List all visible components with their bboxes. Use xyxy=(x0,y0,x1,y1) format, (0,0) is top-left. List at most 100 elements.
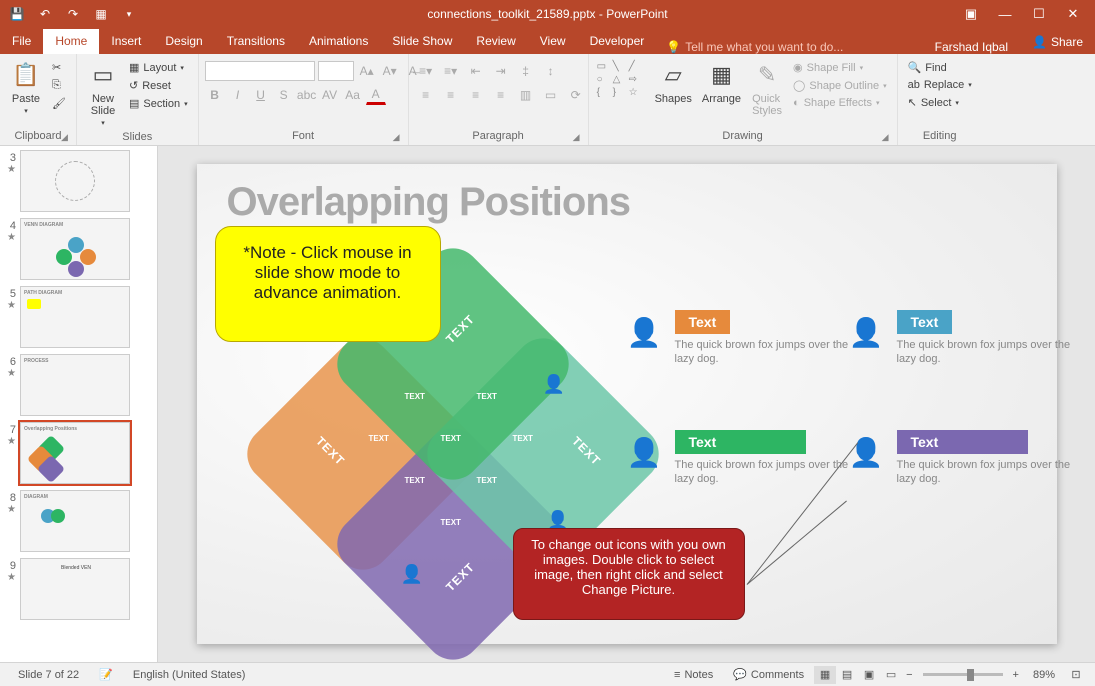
font-name-input[interactable] xyxy=(205,61,315,81)
tab-developer[interactable]: Developer xyxy=(578,29,657,54)
person-icon[interactable]: 👤 xyxy=(401,564,423,585)
shape-brace2-icon[interactable]: } xyxy=(613,87,627,98)
presenter-icon[interactable]: 👤 xyxy=(627,316,662,349)
find-button[interactable]: 🔍Find xyxy=(904,59,976,76)
start-from-beginning-icon[interactable]: ▦ xyxy=(94,7,108,21)
tab-review[interactable]: Review xyxy=(464,29,527,54)
language-button[interactable]: English (United States) xyxy=(123,669,256,681)
user-name[interactable]: Farshad Iqbal xyxy=(923,40,1020,54)
quick-styles-button[interactable]: ✎Quick Styles xyxy=(747,57,787,119)
grow-font-icon[interactable]: A▴ xyxy=(357,61,377,81)
shapes-button[interactable]: ▱Shapes xyxy=(651,57,696,107)
columns-button[interactable]: ▥ xyxy=(515,85,537,105)
format-painter-button[interactable]: 🖌 xyxy=(48,95,70,112)
info-block-orange[interactable]: 👤 Text The quick brown fox jumps over th… xyxy=(675,310,855,367)
close-icon[interactable]: ✕ xyxy=(1065,6,1081,22)
paste-button[interactable]: 📋 Paste▾ xyxy=(6,57,46,117)
zoom-slider[interactable] xyxy=(923,673,1003,676)
reading-view-icon[interactable]: ▣ xyxy=(858,666,880,684)
note-red[interactable]: To change out icons with you own images.… xyxy=(513,528,745,620)
slide-counter[interactable]: Slide 7 of 22 xyxy=(8,669,89,681)
fit-to-window-icon[interactable]: ⊡ xyxy=(1065,666,1087,684)
note-yellow[interactable]: *Note - Click mouse in slide show mode t… xyxy=(215,226,441,342)
info-block-purple[interactable]: 👤 Text The quick brown fox jumps over th… xyxy=(897,430,1077,487)
shape-fill-button[interactable]: ◉Shape Fill▾ xyxy=(789,59,891,76)
tab-file[interactable]: File xyxy=(0,29,43,54)
shape-star-icon[interactable]: ☆ xyxy=(629,87,643,98)
shape-oval-icon[interactable]: ○ xyxy=(597,74,611,85)
layout-button[interactable]: ▦Layout▾ xyxy=(125,59,192,76)
info-block-green[interactable]: 👤 Text The quick brown fox jumps over th… xyxy=(675,430,855,487)
slideshow-view-icon[interactable]: ▭ xyxy=(880,666,902,684)
shrink-font-icon[interactable]: A▾ xyxy=(380,61,400,81)
id-person-icon[interactable]: 👤 xyxy=(849,316,884,349)
maximize-icon[interactable]: ☐ xyxy=(1031,6,1047,22)
line-spacing-button[interactable]: ‡ xyxy=(515,61,537,81)
select-button[interactable]: ↖Select▾ xyxy=(904,94,976,111)
font-size-input[interactable] xyxy=(318,61,354,81)
italic-button[interactable]: I xyxy=(228,85,248,105)
reset-button[interactable]: ↺Reset xyxy=(125,77,192,94)
redo-icon[interactable]: ↷ xyxy=(66,7,80,21)
zoom-level[interactable]: 89% xyxy=(1023,669,1065,681)
save-icon[interactable]: 💾 xyxy=(10,7,24,21)
tab-home[interactable]: Home xyxy=(43,29,99,54)
info-block-blue[interactable]: 👤 Text The quick brown fox jumps over th… xyxy=(897,310,1077,367)
tab-slideshow[interactable]: Slide Show xyxy=(380,29,464,54)
shape-effects-button[interactable]: ◐Shape Effects▾ xyxy=(789,95,891,111)
laptop-person-icon[interactable]: 👤 xyxy=(849,436,884,469)
spell-check-icon[interactable]: 📝 xyxy=(89,668,123,681)
new-slide-button[interactable]: ▭ New Slide▾ xyxy=(83,57,123,129)
numbering-button[interactable]: ≡▾ xyxy=(440,61,462,81)
launcher-icon[interactable]: ◢ xyxy=(61,132,68,143)
shadow-button[interactable]: abc xyxy=(297,85,317,105)
launcher-icon[interactable]: ◢ xyxy=(573,132,580,143)
tab-design[interactable]: Design xyxy=(153,29,214,54)
bullets-button[interactable]: ≡▾ xyxy=(415,61,437,81)
normal-view-icon[interactable]: ▦ xyxy=(814,666,836,684)
change-case-button[interactable]: Aa xyxy=(343,85,363,105)
justify-button[interactable]: ≡ xyxy=(490,85,512,105)
slide-thumbnail-panel[interactable]: 3★ 4★VENN DIAGRAM 5★PATH DIAGRAM 6★PROCE… xyxy=(0,146,158,662)
zoom-in-button[interactable]: + xyxy=(1009,669,1023,681)
spacing-button[interactable]: AV xyxy=(320,85,340,105)
align-right-button[interactable]: ≡ xyxy=(465,85,487,105)
align-text-button[interactable]: ▭ xyxy=(540,85,562,105)
decrease-indent-button[interactable]: ⇤ xyxy=(465,61,487,81)
minimize-icon[interactable]: ― xyxy=(997,6,1013,22)
slide-thumb-3[interactable]: 3★ xyxy=(4,150,151,212)
section-button[interactable]: ▤Section▾ xyxy=(125,95,192,112)
slide-thumb-9[interactable]: 9★Blended VEN xyxy=(4,558,151,620)
money-person-icon[interactable]: 👤 xyxy=(627,436,662,469)
underline-button[interactable]: U xyxy=(251,85,271,105)
zoom-thumb[interactable] xyxy=(967,669,974,681)
shape-outline-button[interactable]: ◯Shape Outline▾ xyxy=(789,77,891,94)
slide-canvas-area[interactable]: Overlapping Positions *Note - Click mous… xyxy=(158,146,1095,662)
undo-icon[interactable]: ↶ xyxy=(38,7,52,21)
slide-thumb-7[interactable]: 7★Overlapping Positions xyxy=(4,422,151,484)
tab-animations[interactable]: Animations xyxy=(297,29,380,54)
comments-button[interactable]: 💬 Comments xyxy=(723,668,814,681)
tell-me-search[interactable]: 💡Tell me what you want to do... xyxy=(656,40,853,54)
slide-title[interactable]: Overlapping Positions xyxy=(227,180,631,225)
font-color-button[interactable]: A xyxy=(366,85,386,105)
tab-insert[interactable]: Insert xyxy=(99,29,153,54)
launcher-icon[interactable]: ◢ xyxy=(882,132,889,143)
slide-thumb-8[interactable]: 8★DIAGRAM xyxy=(4,490,151,552)
shape-rect-icon[interactable]: ▭ xyxy=(597,61,611,72)
shape-line-icon[interactable]: ╲ xyxy=(613,61,627,72)
tab-transitions[interactable]: Transitions xyxy=(215,29,297,54)
copy-button[interactable]: ⎘ xyxy=(48,77,70,94)
launcher-icon[interactable]: ◢ xyxy=(393,132,400,143)
replace-button[interactable]: abReplace▾ xyxy=(904,77,976,93)
shape-line2-icon[interactable]: ╱ xyxy=(629,61,643,72)
text-direction-button[interactable]: ↕ xyxy=(540,61,562,81)
bold-button[interactable]: B xyxy=(205,85,225,105)
align-center-button[interactable]: ≡ xyxy=(440,85,462,105)
ribbon-options-icon[interactable]: ▣ xyxy=(963,6,979,22)
zoom-out-button[interactable]: − xyxy=(902,669,916,681)
shape-tri-icon[interactable]: △ xyxy=(613,74,627,85)
notes-button[interactable]: ≡ Notes xyxy=(664,669,723,681)
shape-arrow-icon[interactable]: ⇨ xyxy=(629,74,643,85)
tab-view[interactable]: View xyxy=(528,29,578,54)
